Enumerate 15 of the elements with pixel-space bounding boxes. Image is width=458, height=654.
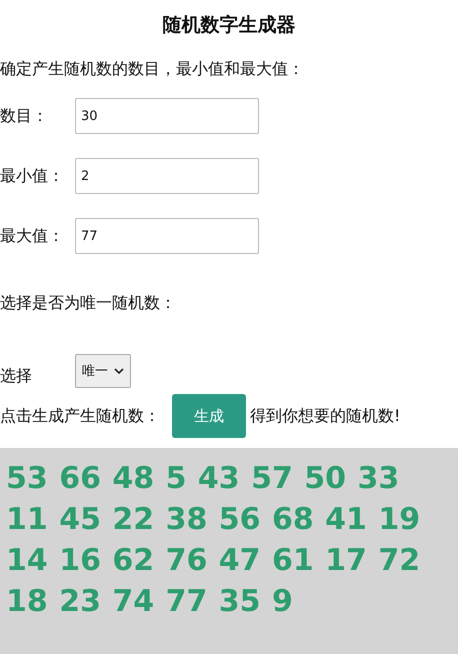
instruction-text: 得到你想要的随机数!: [250, 405, 400, 427]
instruction-text: 点击生成产生随机数：: [0, 405, 160, 427]
chevron-icon: [114, 368, 124, 374]
input-field[interactable]: 30: [75, 98, 259, 134]
field-label: 数目：: [0, 106, 49, 126]
field-label: 最大值：: [0, 226, 65, 246]
random-numbers: 53 66 48 5 43 57 50 33 11 45 22 38 56 68 41 19 14 16 62 76 47 61 17 72 18 23 74 77 35 9: [6, 460, 422, 621]
instruction-text: 确定产生随机数的数目，最小值和最大值：: [0, 58, 305, 80]
instruction-text: 选择是否为唯一随机数：: [0, 292, 177, 314]
unique-select[interactable]: 唯一: [75, 354, 131, 388]
input-field[interactable]: 77: [75, 218, 259, 254]
page-title: 随机数字生成器: [162, 13, 296, 38]
field-label: 最小值：: [0, 166, 65, 186]
input-field[interactable]: 2: [75, 158, 259, 194]
select-label: 选择: [0, 366, 33, 386]
